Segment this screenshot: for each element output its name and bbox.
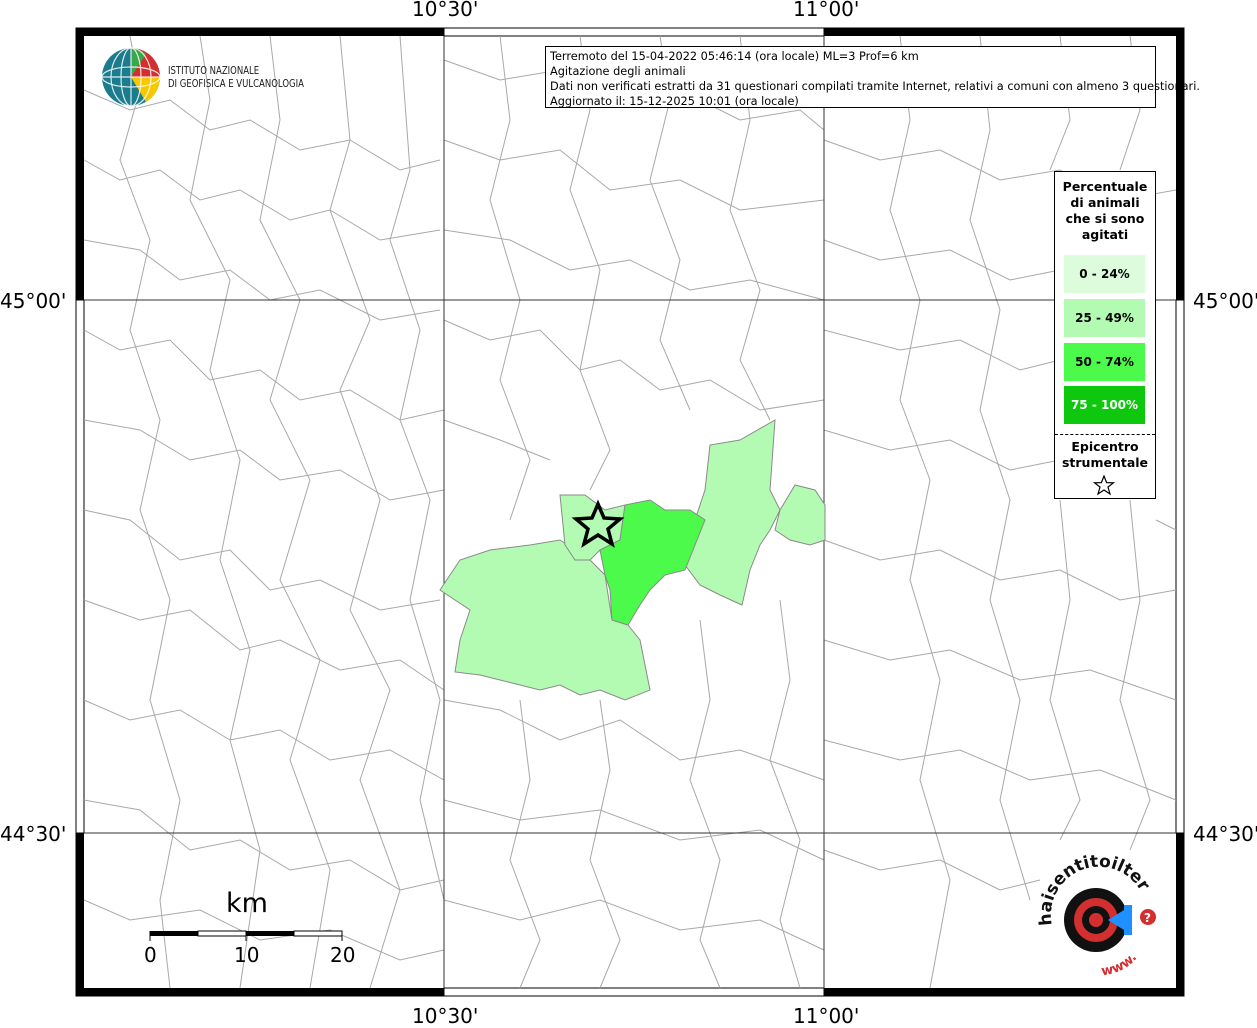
- bottom-lon-label-2: 11°00': [793, 1004, 860, 1028]
- legend-class-label: 75 - 100%: [1070, 398, 1139, 412]
- legend-class-75-100: 75 - 100%: [1064, 386, 1145, 424]
- info-line-topic: Agitazione degli animali: [550, 65, 686, 78]
- shaded-municipalities: [439, 419, 826, 701]
- legend-title-line: che si sono: [1065, 211, 1145, 226]
- right-lat-label-2: 44°30': [1193, 822, 1257, 846]
- legend-title-line: agitati: [1081, 227, 1129, 242]
- legend-title-line: di animali: [1070, 195, 1140, 210]
- ingv-logo-line1: ISTITUTO NAZIONALE: [168, 64, 260, 77]
- info-line-source: Dati non verificati estratti da 31 quest…: [550, 80, 1200, 93]
- legend-class-50-74: 50 - 74%: [1064, 343, 1145, 381]
- ingv-logo-line2: DI GEOFISICA E VULCANOLOGIA: [168, 77, 304, 90]
- legend-class-25-49: 25 - 49%: [1064, 299, 1145, 337]
- top-lon-label-2: 11°00': [793, 0, 860, 21]
- left-lat-label-2: 44°30': [0, 822, 67, 846]
- svg-text:www.: www.: [1100, 950, 1140, 979]
- scale-unit: km: [226, 888, 268, 919]
- legend-title-line: Percentuale: [1062, 179, 1148, 194]
- bottom-lon-label-1: 10°30': [412, 1004, 479, 1028]
- haisentito-logo: haisentitoilterremoto.it www. ?: [1021, 820, 1170, 995]
- earthquake-info-box: Terremoto del 15-04-2022 05:46:14 (ora l…: [545, 46, 1200, 108]
- star-icon: [1093, 475, 1115, 496]
- info-line-event: Terremoto del 15-04-2022 05:46:14 (ora l…: [550, 50, 919, 63]
- scale-label-0: 0: [144, 943, 157, 967]
- legend-class-label: 50 - 74%: [1075, 355, 1134, 369]
- scale-label-20: 20: [330, 943, 356, 967]
- municipality-25-49-east: [684, 419, 781, 606]
- legend-epicenter-title: Epicentro strumentale: [1055, 439, 1155, 471]
- ingv-logo: ISTITUTO NAZIONALE DI GEOFISICA E VULCAN…: [100, 46, 340, 110]
- left-lat-label-1: 45°00': [0, 289, 67, 313]
- legend-title: Percentuale di animali che si sono agita…: [1055, 179, 1155, 243]
- info-line-updated: Aggiornato il: 15-12-2025 10:01 (ora loc…: [550, 95, 799, 108]
- haisentito-logo-url: www.: [1100, 950, 1140, 979]
- legend-class-label: 0 - 24%: [1079, 267, 1130, 281]
- ingv-globe-icon: [101, 47, 161, 107]
- municipality-25-49-far-east: [774, 484, 826, 546]
- scale-bar: km 0 10 20: [140, 888, 370, 968]
- legend-class-0-24: 0 - 24%: [1064, 255, 1145, 293]
- top-lon-label-1: 10°30': [412, 0, 479, 21]
- legend-epicenter-line: Epicentro: [1071, 439, 1139, 454]
- haisentito-logo-graphic: haisentitoilterremoto.it www. ?: [1021, 820, 1156, 979]
- right-lat-label-1: 45°00': [1193, 289, 1257, 313]
- scale-label-10: 10: [234, 943, 260, 967]
- legend-divider: [1055, 434, 1155, 435]
- legend: Percentuale di animali che si sono agita…: [1054, 171, 1156, 499]
- legend-epicenter-line: strumentale: [1061, 455, 1149, 470]
- svg-text:?: ?: [1144, 911, 1151, 925]
- legend-class-label: 25 - 49%: [1075, 311, 1134, 325]
